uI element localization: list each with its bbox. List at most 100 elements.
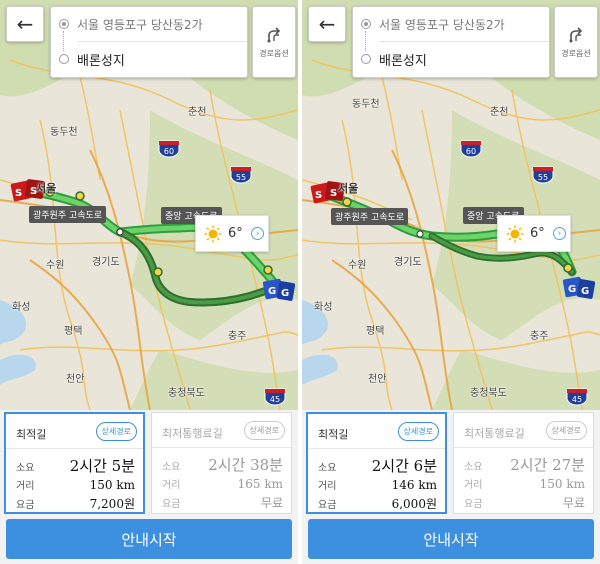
- road-label: 광주원주 고속도로: [331, 208, 409, 225]
- distance-value: 146 km: [391, 478, 437, 492]
- city-label: 서울: [338, 182, 359, 195]
- time-value: 2시간 5분: [69, 457, 135, 475]
- origin-field[interactable]: 서울 영등포구 당산동2가: [51, 7, 247, 41]
- arrow-left-icon: ←: [16, 12, 34, 36]
- route-title: 최적길: [16, 428, 47, 441]
- time-label: 소요: [16, 463, 35, 474]
- distance-value: 150 km: [539, 477, 585, 491]
- sun-icon: [506, 225, 524, 242]
- highway-number: 55: [538, 173, 548, 182]
- route-detail-button[interactable]: 상세경로: [95, 422, 137, 441]
- highway-number: 60: [466, 147, 476, 156]
- time-label: 소요: [162, 462, 181, 473]
- chevron-right-icon[interactable]: ›: [553, 227, 566, 240]
- origin-dot-icon: [59, 19, 69, 29]
- city-label: 충주: [530, 331, 549, 342]
- city-label: 천안: [66, 374, 85, 385]
- route-result-panel: 최적길 상세경로 소요 2시간 6분 거리 146 km 요금 6,000원 최…: [302, 410, 600, 564]
- origin-dot-icon: [361, 19, 371, 29]
- arrow-left-icon: ←: [318, 12, 336, 36]
- city-label: 화성: [314, 302, 333, 313]
- start-navigation-button[interactable]: 안내시작: [6, 519, 292, 559]
- weather-temperature: 6°: [228, 226, 243, 241]
- route-card-best[interactable]: 최적길 상세경로 소요 2시간 5분 거리 150 km 요금 7,200원: [4, 412, 145, 514]
- highway-number: 55: [236, 173, 246, 182]
- time-value: 2시간 38분: [208, 456, 283, 474]
- fare-label: 요금: [162, 499, 181, 510]
- route-search-box: 서울 영등포구 당산동2가 배론성지: [50, 6, 248, 78]
- origin-text: 서울 영등포구 당산동2가: [77, 17, 203, 32]
- svg-text:G: G: [568, 284, 576, 295]
- highway-number: 45: [270, 395, 280, 404]
- navigation-screen-right: S S G G 동두천 춘천 서울 수원 경기도 화성 평택 천안 충주 충청북…: [302, 0, 600, 564]
- highway-shield-icon: 60: [158, 140, 180, 158]
- fare-value: 7,200원: [89, 497, 135, 511]
- distance-label: 거리: [16, 481, 35, 492]
- route-option-label: 경로옵션: [259, 48, 289, 58]
- city-label: 동두천: [352, 99, 380, 110]
- destination-field[interactable]: 배론성지: [51, 42, 247, 76]
- route-option-button[interactable]: 경로옵션: [554, 6, 598, 78]
- destination-field[interactable]: 배론성지: [353, 42, 549, 76]
- chevron-right-icon[interactable]: ›: [251, 227, 264, 240]
- fare-value: 무료: [562, 496, 585, 510]
- route-title: 최저통행료길: [464, 427, 525, 440]
- distance-value: 165 km: [237, 477, 283, 491]
- city-label: 충청북도: [168, 388, 205, 399]
- highway-shield-icon: 45: [264, 388, 286, 406]
- start-navigation-button[interactable]: 안내시작: [308, 519, 594, 559]
- route-card-best[interactable]: 최적길 상세경로 소요 2시간 6분 거리 146 km 요금 6,000원: [306, 412, 447, 514]
- fare-value: 무료: [260, 496, 283, 510]
- route-title: 최적길: [318, 428, 349, 441]
- svg-text:G: G: [581, 286, 589, 297]
- highway-number: 45: [572, 395, 582, 404]
- route-title: 최저통행료길: [162, 427, 223, 440]
- route-detail-button[interactable]: 상세경로: [397, 422, 439, 441]
- city-label: 동두천: [50, 127, 78, 138]
- weather-widget[interactable]: 6° ›: [497, 215, 571, 252]
- route-option-label: 경로옵션: [561, 48, 591, 58]
- time-value: 2시간 27분: [510, 456, 585, 474]
- route-result-panel: 최적길 상세경로 소요 2시간 5분 거리 150 km 요금 7,200원 최…: [0, 410, 298, 564]
- city-label: 평택: [64, 326, 83, 337]
- back-button[interactable]: ←: [6, 6, 44, 42]
- fare-label: 요금: [16, 500, 35, 511]
- fare-value: 6,000원: [391, 497, 437, 511]
- city-label: 경기도: [394, 257, 422, 268]
- route-detail-button[interactable]: 상세경로: [243, 421, 285, 440]
- route-search-box: 서울 영등포구 당산동2가 배론성지: [352, 6, 550, 78]
- destination-text: 배론성지: [77, 53, 125, 69]
- city-label: 천안: [368, 374, 387, 385]
- route-option-icon: [569, 26, 583, 42]
- city-label: 충청북도: [470, 388, 507, 399]
- city-label: 경기도: [92, 257, 120, 268]
- fare-label: 요금: [464, 499, 483, 510]
- distance-value: 150 km: [89, 478, 135, 492]
- destination-dot-icon: [59, 54, 69, 64]
- distance-label: 거리: [318, 481, 337, 492]
- highway-shield-icon: 45: [566, 388, 588, 406]
- back-button[interactable]: ←: [308, 6, 346, 42]
- city-label: 평택: [366, 326, 385, 337]
- time-label: 소요: [464, 462, 483, 473]
- road-label: 광주원주 고속도로: [29, 206, 107, 223]
- highway-shield-icon: 55: [230, 166, 252, 184]
- time-value: 2시간 6분: [371, 457, 437, 475]
- route-card-cheapest[interactable]: 최저통행료길 상세경로 소요 2시간 38분 거리 165 km 요금 무료: [151, 412, 292, 514]
- route-option-button[interactable]: 경로옵션: [252, 6, 296, 78]
- route-card-cheapest[interactable]: 최저통행료길 상세경로 소요 2시간 27분 거리 150 km 요금 무료: [453, 412, 594, 514]
- route-detail-button[interactable]: 상세경로: [545, 421, 587, 440]
- weather-widget[interactable]: 6° ›: [195, 215, 269, 252]
- city-label: 충주: [228, 331, 247, 342]
- city-label: 서울: [36, 182, 57, 195]
- navigation-screen-left: S S G G 동두천 춘천 서울 수원 경기도 화성 평택 천안 충주 충청북…: [0, 0, 298, 564]
- city-label: 춘천: [188, 107, 207, 118]
- svg-text:G: G: [268, 286, 276, 297]
- city-label: 춘천: [490, 107, 509, 118]
- svg-text:S: S: [315, 190, 322, 201]
- fare-label: 요금: [318, 500, 337, 511]
- route-option-icon: [267, 26, 281, 42]
- city-label: 수원: [348, 260, 367, 271]
- origin-field[interactable]: 서울 영등포구 당산동2가: [353, 7, 549, 41]
- destination-dot-icon: [361, 54, 371, 64]
